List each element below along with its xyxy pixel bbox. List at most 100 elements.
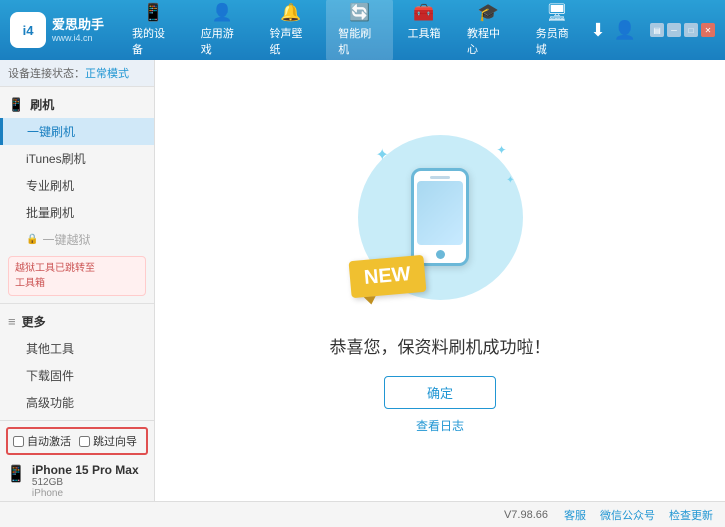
notice-text: 越狱工具已跳转至工具箱 — [15, 263, 95, 289]
confirm-button[interactable]: 确定 — [384, 376, 496, 409]
advanced-label: 高级功能 — [26, 396, 74, 410]
other-tools-label: 其他工具 — [26, 342, 74, 356]
lock-icon: 🔒 — [26, 234, 38, 245]
device-storage: 512GB — [32, 477, 139, 488]
auto-activate-checkbox[interactable] — [13, 436, 24, 447]
nav-app-game-icon: 👤 — [212, 3, 233, 23]
auto-guide-checkbox-label[interactable]: 跳过向导 — [79, 433, 137, 449]
flash-group-icon: 📱 — [8, 97, 24, 113]
device-info: iPhone 15 Pro Max 512GB iPhone — [32, 463, 139, 499]
batch-flash-label: 批量刷机 — [26, 206, 74, 220]
more-group-label: 更多 — [22, 313, 46, 330]
more-group: ≡ 更多 其他工具 下载固件 高级功能 — [0, 303, 154, 420]
device-type: iPhone — [32, 488, 139, 499]
itunes-flash-label: iTunes刷机 — [26, 152, 86, 166]
footer: V7.98.66 客服 微信公众号 检查更新 — [0, 501, 725, 527]
status-label: 设备连接状态： — [8, 68, 85, 80]
nav-smart-flash-icon: 🔄 — [349, 3, 370, 23]
nav-ringtone-icon: 🔔 — [280, 3, 301, 23]
main-content: ✦ ✦ ✦ NEW 恭喜您，保资料刷机成功啦！ 确定 查看日志 — [155, 60, 725, 501]
success-illustration: ✦ ✦ ✦ NEW — [340, 117, 540, 317]
sidebar-disabled-item: 🔒 一键越狱 — [0, 226, 154, 253]
device-phone-icon: 📱 — [6, 464, 26, 484]
footer-version: V7.98.66 — [504, 509, 548, 521]
footer-link-wechat[interactable]: 微信公众号 — [600, 507, 655, 523]
logo-text: 爱思助手 www.i4.cn — [52, 17, 104, 43]
sidebar-item-one-key-flash[interactable]: 一键刷机 — [0, 118, 154, 145]
logo-icon: i4 — [10, 12, 46, 48]
header: i4 爱思助手 www.i4.cn 📱 我的设备 👤 应用游戏 🔔 铃声壁纸 🔄… — [0, 0, 725, 60]
phone-home-button — [436, 250, 445, 259]
wifi-icon: ▤ — [650, 23, 664, 37]
user-icon[interactable]: 👤 — [614, 20, 636, 41]
view-log-link[interactable]: 查看日志 — [416, 417, 464, 434]
footer-link-update[interactable]: 检查更新 — [669, 507, 713, 523]
sidebar-item-other-tools[interactable]: 其他工具 — [0, 335, 154, 362]
logo-icon-text: i4 — [23, 23, 34, 38]
nav-my-device-icon: 📱 — [143, 3, 164, 23]
new-badge: NEW — [349, 255, 427, 298]
sidebar-item-download-firmware[interactable]: 下载固件 — [0, 362, 154, 389]
disabled-label: 一键越狱 — [42, 231, 90, 248]
nav-app-game[interactable]: 👤 应用游戏 — [189, 0, 256, 62]
auto-guide-label: 跳过向导 — [93, 433, 137, 449]
auto-guide-checkbox[interactable] — [79, 436, 90, 447]
nav-smart-flash-label: 智能刷机 — [338, 25, 381, 57]
sidebar-notice: 越狱工具已跳转至工具箱 — [8, 256, 146, 296]
nav-merchant-label: 务员商城 — [536, 25, 579, 57]
device-item: 📱 iPhone 15 Pro Max 512GB iPhone — [6, 461, 148, 501]
sidebar-item-pro-flash[interactable]: 专业刷机 — [0, 172, 154, 199]
nav-toolbox[interactable]: 🧰 工具箱 — [395, 0, 453, 62]
nav-tutorial[interactable]: 🎓 教程中心 — [455, 0, 522, 62]
sidebar-item-itunes-flash[interactable]: iTunes刷机 — [0, 145, 154, 172]
flash-group-label: 刷机 — [30, 96, 54, 113]
nav-smart-flash[interactable]: 🔄 智能刷机 — [326, 0, 393, 62]
sidebar-item-advanced[interactable]: 高级功能 — [0, 389, 154, 416]
logo: i4 爱思助手 www.i4.cn — [10, 12, 110, 48]
footer-link-service[interactable]: 客服 — [564, 507, 586, 523]
close-button[interactable]: ✕ — [701, 23, 715, 37]
nav-bar: 📱 我的设备 👤 应用游戏 🔔 铃声壁纸 🔄 智能刷机 🧰 工具箱 🎓 教程中心… — [120, 0, 590, 62]
pro-flash-label: 专业刷机 — [26, 179, 74, 193]
phone-screen — [417, 181, 463, 245]
sparkle-top-right: ✦ — [496, 143, 506, 157]
nav-tutorial-icon: 🎓 — [478, 3, 499, 23]
nav-toolbox-icon: 🧰 — [413, 3, 434, 23]
sparkle-top-left: ✦ — [376, 145, 389, 165]
device-name: iPhone 15 Pro Max — [32, 463, 139, 477]
phone-speaker — [430, 176, 450, 179]
phone-device — [411, 168, 469, 266]
new-badge-text: NEW — [363, 263, 411, 289]
nav-merchant-icon: 🖥 — [546, 3, 568, 23]
nav-my-device-label: 我的设备 — [132, 25, 175, 57]
download-icon[interactable]: ⬇ — [590, 20, 605, 41]
maximize-button[interactable]: □ — [684, 23, 698, 37]
sparkle-right: ✦ — [506, 175, 514, 186]
nav-merchant[interactable]: 🖥 务员商城 — [524, 0, 591, 62]
nav-toolbox-label: 工具箱 — [408, 25, 441, 41]
download-firmware-label: 下载固件 — [26, 369, 74, 383]
new-badge-arrow — [364, 296, 377, 305]
logo-url: www.i4.cn — [52, 33, 104, 43]
header-right-controls: ⬇ 👤 ▤ ─ □ ✕ — [590, 20, 715, 41]
nav-app-game-label: 应用游戏 — [201, 25, 244, 57]
nav-ringtone[interactable]: 🔔 铃声壁纸 — [258, 0, 325, 62]
sidebar: 设备连接状态：正常模式 📱 刷机 一键刷机 iTunes刷机 专业刷机 批量刷机… — [0, 60, 155, 501]
one-key-flash-label: 一键刷机 — [27, 125, 75, 139]
sidebar-bottom: 自动激活 跳过向导 📱 iPhone 15 Pro Max 512GB iPho… — [0, 420, 154, 501]
nav-ringtone-label: 铃声壁纸 — [270, 25, 313, 57]
success-text: 恭喜您，保资料刷机成功啦！ — [330, 333, 551, 358]
status-mode: 正常模式 — [85, 68, 129, 80]
sidebar-item-batch-flash[interactable]: 批量刷机 — [0, 199, 154, 226]
more-group-header: ≡ 更多 — [0, 308, 154, 335]
auto-activate-label: 自动激活 — [27, 433, 71, 449]
auto-activate-checkbox-label[interactable]: 自动激活 — [13, 433, 71, 449]
content-area: 设备连接状态：正常模式 📱 刷机 一键刷机 iTunes刷机 专业刷机 批量刷机… — [0, 60, 725, 501]
window-controls: ▤ ─ □ ✕ — [650, 23, 715, 37]
nav-my-device[interactable]: 📱 我的设备 — [120, 0, 187, 62]
nav-tutorial-label: 教程中心 — [467, 25, 510, 57]
logo-name: 爱思助手 — [52, 17, 104, 33]
more-group-icon: ≡ — [8, 314, 16, 329]
flash-group-header: 📱 刷机 — [0, 91, 154, 118]
minimize-button[interactable]: ─ — [667, 23, 681, 37]
